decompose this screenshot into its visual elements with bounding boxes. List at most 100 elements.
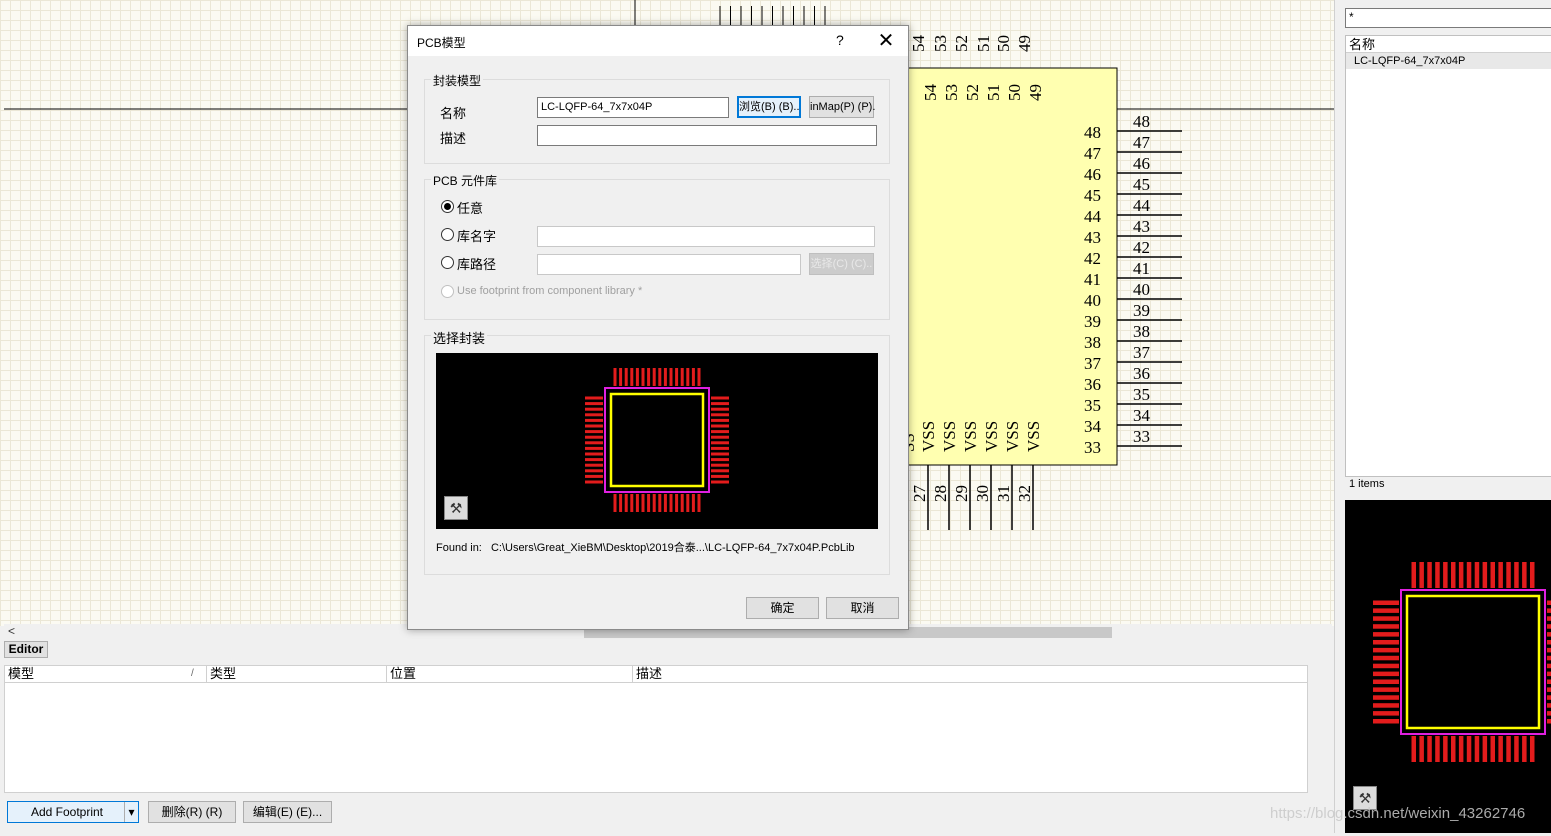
pad	[1514, 736, 1519, 762]
pin-number-label: 45	[1084, 186, 1101, 205]
name-field[interactable]: LC-LQFP-64_7x7x04P	[537, 97, 729, 118]
pad	[1419, 562, 1424, 588]
pin-number-label: 50	[1005, 84, 1024, 101]
pad	[624, 494, 628, 512]
pad	[641, 368, 645, 386]
chevron-down-icon[interactable]: ▾	[124, 802, 138, 822]
library-path-field	[537, 254, 801, 275]
use-footprint-label: Use footprint from component library *	[457, 285, 643, 297]
pad	[680, 368, 684, 386]
pin-map-button[interactable]: inMap(P) (P).	[809, 96, 875, 118]
pin-number-label: 54	[909, 35, 928, 53]
description-field[interactable]	[537, 125, 877, 146]
pad	[1522, 562, 1527, 588]
pad	[635, 494, 639, 512]
pin-number-label: 37	[1133, 343, 1151, 362]
delete-button[interactable]: 删除(R) (R)	[148, 801, 236, 823]
pad	[1458, 562, 1464, 588]
pin-number-label: 51	[974, 35, 993, 52]
pin-number-label: 49	[1015, 35, 1034, 52]
footprint-preview[interactable]: ⚒	[436, 353, 878, 529]
pad	[1458, 736, 1464, 762]
pad	[711, 413, 729, 417]
pin-number-label: 40	[1133, 280, 1150, 299]
radio-library-name[interactable]	[441, 228, 454, 241]
footprint-preview-large[interactable]: ⚒	[1345, 500, 1551, 833]
pad	[1443, 562, 1448, 588]
pad	[711, 435, 729, 439]
pin-number-label: 35	[1133, 385, 1150, 404]
radio-any[interactable]	[441, 200, 454, 213]
pad	[585, 430, 603, 434]
add-footprint-button[interactable]: Add Footprint ▾	[7, 801, 139, 823]
pad	[711, 418, 729, 422]
help-icon[interactable]: ?	[836, 32, 844, 48]
pad	[697, 368, 701, 386]
pin-number-label: 53	[942, 84, 961, 101]
radio-library-path[interactable]	[441, 256, 454, 269]
pin-number-label: 39	[1133, 301, 1150, 320]
editor-button-bar: Add Footprint ▾ 删除(R) (R) 编辑(E) (E)...	[0, 796, 1334, 826]
pad	[697, 494, 701, 512]
pin-number-label: 38	[1084, 333, 1101, 352]
list-item[interactable]: LC-LQFP-64_7x7x04P	[1346, 53, 1551, 69]
pad	[1530, 736, 1535, 762]
pad	[686, 494, 690, 512]
pin-number-label: 38	[1133, 322, 1150, 341]
pin-name-label: VSS	[1003, 421, 1022, 452]
pad	[1547, 640, 1551, 645]
pad	[1482, 562, 1488, 588]
radio-use-footprint	[441, 285, 454, 298]
column-header-location[interactable]: 位置	[387, 666, 633, 683]
model-grid[interactable]: 模型 / 类型 位置 描述	[4, 665, 1308, 793]
tab-editor[interactable]: Editor	[4, 641, 48, 658]
pad	[630, 494, 634, 512]
description-label: 描述	[440, 131, 467, 146]
pad	[1490, 562, 1495, 588]
pad	[641, 494, 645, 512]
pad	[1530, 562, 1535, 588]
pin-name-label: VSS	[919, 421, 938, 452]
pad	[711, 407, 729, 411]
pad	[647, 368, 651, 386]
pin-number-label: 30	[973, 485, 992, 502]
footprint-list[interactable]: 名称 LC-LQFP-64_7x7x04P	[1345, 35, 1551, 477]
pad	[711, 474, 729, 478]
column-header-model[interactable]: 模型 /	[5, 666, 207, 683]
pad	[1514, 562, 1519, 588]
column-header-type[interactable]: 类型	[207, 666, 387, 683]
pin-number-label: 33	[1133, 427, 1150, 446]
close-icon[interactable]: ✕	[874, 28, 898, 53]
pin-number-label: 27	[910, 485, 929, 503]
pin-number-label: 35	[1084, 396, 1101, 415]
pad	[658, 368, 662, 386]
pad	[1498, 736, 1503, 762]
sort-icon: /	[191, 668, 194, 679]
pin-number-label: 44	[1084, 207, 1102, 226]
pin-number-label: 52	[963, 84, 982, 101]
scroll-left-icon[interactable]: <	[8, 624, 15, 638]
pad	[711, 480, 729, 484]
ok-button[interactable]: 确定	[746, 597, 819, 619]
pad	[1547, 695, 1551, 700]
filter-input[interactable]: *	[1345, 8, 1551, 28]
pin-number-label: 47	[1084, 144, 1102, 163]
pad	[1411, 562, 1416, 588]
pad	[680, 494, 684, 512]
pad	[691, 368, 695, 386]
pin-number-label: 46	[1133, 154, 1150, 173]
silkscreen-outline	[1405, 594, 1541, 730]
pad	[1547, 600, 1551, 605]
dialog-title: PCB模型	[417, 36, 466, 50]
list-header-name[interactable]: 名称	[1346, 36, 1551, 53]
column-header-description[interactable]: 描述	[633, 666, 1307, 683]
pcb-model-dialog: PCB模型 ? ✕ 封装模型 名称 LC-LQFP-64_7x7x04P 浏览(…	[407, 25, 909, 630]
cancel-button[interactable]: 取消	[826, 597, 899, 619]
wrench-icon[interactable]: ⚒	[444, 496, 468, 520]
pad	[1466, 562, 1472, 588]
pad	[711, 452, 729, 456]
edit-button[interactable]: 编辑(E) (E)...	[243, 801, 332, 823]
pad	[1547, 703, 1551, 708]
pad	[1435, 562, 1440, 588]
browse-button[interactable]: 浏览(B) (B)..	[737, 96, 801, 118]
